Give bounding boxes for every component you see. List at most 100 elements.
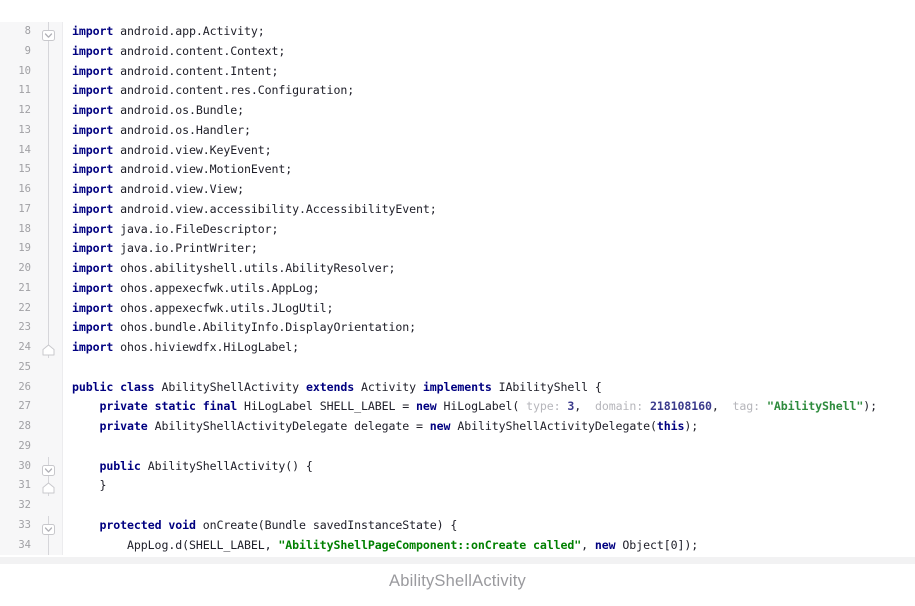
code-line[interactable]: 18 import java.io.FileDescriptor; (0, 219, 915, 240)
line-number: 25 (0, 357, 38, 378)
code-line-text[interactable]: protected void onCreate(Bundle savedInst… (63, 516, 915, 536)
code-line-text[interactable]: public class AbilityShellActivity extend… (63, 378, 915, 398)
fold-gutter-cell[interactable] (38, 22, 60, 42)
fold-gutter-cell[interactable] (38, 120, 60, 141)
code-line-text[interactable]: import android.view.accessibility.Access… (63, 200, 915, 220)
fold-gutter-cell[interactable] (38, 41, 60, 62)
code-line[interactable]: 27 private static final HiLogLabel SHELL… (0, 397, 915, 417)
fold-gutter-cell[interactable] (38, 338, 60, 358)
code-token-plain: , (581, 537, 595, 552)
code-line-text[interactable]: import ohos.appexecfwk.utils.AppLog; (63, 279, 915, 299)
code-line[interactable]: 13 import android.os.Handler; (0, 120, 915, 141)
fold-gutter-cell[interactable] (38, 357, 60, 378)
code-line-text[interactable]: import android.os.Bundle; (63, 101, 915, 121)
fold-gutter-cell[interactable] (38, 515, 60, 536)
code-line[interactable]: 28 private AbilityShellActivityDelegate … (0, 417, 915, 437)
code-line[interactable]: 30 public AbilityShellActivity() { (0, 456, 915, 477)
fold-gutter-cell[interactable] (38, 496, 60, 516)
fold-guide-line (48, 278, 49, 299)
code-line-text[interactable] (63, 496, 915, 516)
code-line-text[interactable]: import java.io.PrintWriter; (63, 239, 915, 259)
fold-gutter-cell[interactable] (38, 140, 60, 161)
code-line-text[interactable]: import android.os.Handler; (63, 121, 915, 141)
fold-end-icon[interactable] (42, 480, 55, 494)
code-line-text[interactable]: import android.content.Intent; (63, 62, 915, 82)
line-number: 29 (0, 436, 38, 457)
code-line[interactable]: 16 import android.view.View; (0, 180, 915, 200)
fold-gutter-cell[interactable] (38, 535, 60, 556)
code-line[interactable]: 11 import android.content.res.Configurati… (0, 81, 915, 101)
code-line-text[interactable] (63, 437, 915, 457)
code-line[interactable]: 29 (0, 436, 915, 457)
code-line[interactable]: 23 import ohos.bundle.AbilityInfo.Display… (0, 318, 915, 338)
code-token-hint: type: (526, 399, 568, 414)
code-line[interactable]: 32 (0, 496, 915, 516)
fold-end-icon[interactable] (42, 342, 55, 356)
code-line[interactable]: 19 import java.io.PrintWriter; (0, 239, 915, 259)
code-editor[interactable]: 8 import android.app.Activity; 9 import and… (0, 22, 915, 557)
code-line-text[interactable]: import android.view.View; (63, 180, 915, 200)
code-line-text[interactable]: import ohos.bundle.AbilityInfo.DisplayOr… (63, 318, 915, 338)
fold-gutter-cell[interactable] (38, 456, 60, 477)
code-line[interactable]: 34 AppLog.d(SHELL_LABEL, "AbilityShellPa… (0, 535, 915, 556)
fold-gutter-cell[interactable] (38, 397, 60, 417)
fold-gutter-cell[interactable] (38, 377, 60, 398)
code-line[interactable]: 25 (0, 357, 915, 378)
fold-gutter-cell[interactable] (38, 219, 60, 240)
code-line[interactable]: 15 import android.view.MotionEvent; (0, 160, 915, 180)
code-line-text[interactable]: import android.app.Activity; (63, 22, 915, 42)
fold-gutter-cell[interactable] (38, 81, 60, 101)
code-token-plain: java.io.PrintWriter; (113, 241, 258, 256)
code-line-text[interactable]: import ohos.hiviewdfx.HiLogLabel; (63, 338, 915, 358)
code-line[interactable]: 12 import android.os.Bundle; (0, 101, 915, 121)
code-line-text[interactable]: AppLog.d(SHELL_LABEL, "AbilityShellPageC… (63, 536, 915, 556)
fold-gutter-cell[interactable] (38, 436, 60, 457)
code-line-text[interactable]: import ohos.appexecfwk.utils.JLogUtil; (63, 299, 915, 319)
code-line-text[interactable] (63, 358, 915, 378)
fold-gutter-cell[interactable] (38, 417, 60, 437)
code-line[interactable]: 21 import ohos.appexecfwk.utils.AppLog; (0, 278, 915, 299)
fold-gutter-cell[interactable] (38, 101, 60, 121)
code-line[interactable]: 17 import android.view.accessibility.Acce… (0, 199, 915, 220)
code-token-plain: ohos.abilityshell.utils.AbilityResolver; (113, 261, 396, 275)
code-line[interactable]: 33 protected void onCreate(Bundle savedI… (0, 515, 915, 536)
line-number: 33 (0, 515, 38, 536)
code-line-text[interactable]: private AbilityShellActivityDelegate del… (63, 417, 915, 437)
fold-guide-line (48, 81, 49, 101)
line-number: 32 (0, 496, 38, 516)
code-line-text[interactable]: public AbilityShellActivity() { (63, 457, 915, 477)
code-line[interactable]: 22 import ohos.appexecfwk.utils.JLogUtil; (0, 298, 915, 319)
code-line[interactable]: 24 import ohos.hiviewdfx.HiLogLabel; (0, 338, 915, 358)
code-line-text[interactable]: import ohos.abilityshell.utils.AbilityRe… (63, 259, 915, 279)
code-token-plain: android.app.Activity; (113, 24, 265, 38)
code-line-text[interactable]: } (63, 476, 915, 496)
code-line-text[interactable]: import android.content.res.Configuration… (63, 81, 915, 101)
code-line-text[interactable]: private static final HiLogLabel SHELL_LA… (63, 397, 915, 417)
fold-gutter-cell[interactable] (38, 298, 60, 319)
code-line[interactable]: 14 import android.view.KeyEvent; (0, 140, 915, 161)
chevron-down-icon[interactable] (42, 521, 55, 535)
code-line[interactable]: 20 import ohos.abilityshell.utils.Ability… (0, 259, 915, 279)
code-line-text[interactable]: import android.view.KeyEvent; (63, 141, 915, 161)
code-line-text[interactable]: import android.view.MotionEvent; (63, 160, 915, 180)
fold-gutter-cell[interactable] (38, 239, 60, 259)
code-line-text[interactable]: import java.io.FileDescriptor; (63, 220, 915, 240)
code-line[interactable]: 8 import android.app.Activity; (0, 22, 915, 42)
code-line[interactable]: 31 } (0, 476, 915, 496)
code-line[interactable]: 10 import android.content.Intent; (0, 61, 915, 82)
fold-gutter-cell[interactable] (38, 278, 60, 299)
code-line-text[interactable]: import android.content.Context; (63, 42, 915, 62)
code-line[interactable]: 26 public class AbilityShellActivity exte… (0, 377, 915, 398)
fold-gutter-cell[interactable] (38, 318, 60, 338)
fold-guide-line (48, 239, 49, 259)
fold-gutter-cell[interactable] (38, 476, 60, 496)
chevron-down-icon[interactable] (42, 27, 55, 41)
fold-gutter-cell[interactable] (38, 199, 60, 220)
fold-gutter-cell[interactable] (38, 160, 60, 180)
fold-gutter-cell[interactable] (38, 180, 60, 200)
chevron-down-icon[interactable] (42, 462, 55, 476)
code-line[interactable]: 9 import android.content.Context; (0, 41, 915, 62)
fold-gutter-cell[interactable] (38, 61, 60, 82)
fold-gutter-cell[interactable] (38, 259, 60, 279)
fold-guide-line (48, 535, 49, 556)
